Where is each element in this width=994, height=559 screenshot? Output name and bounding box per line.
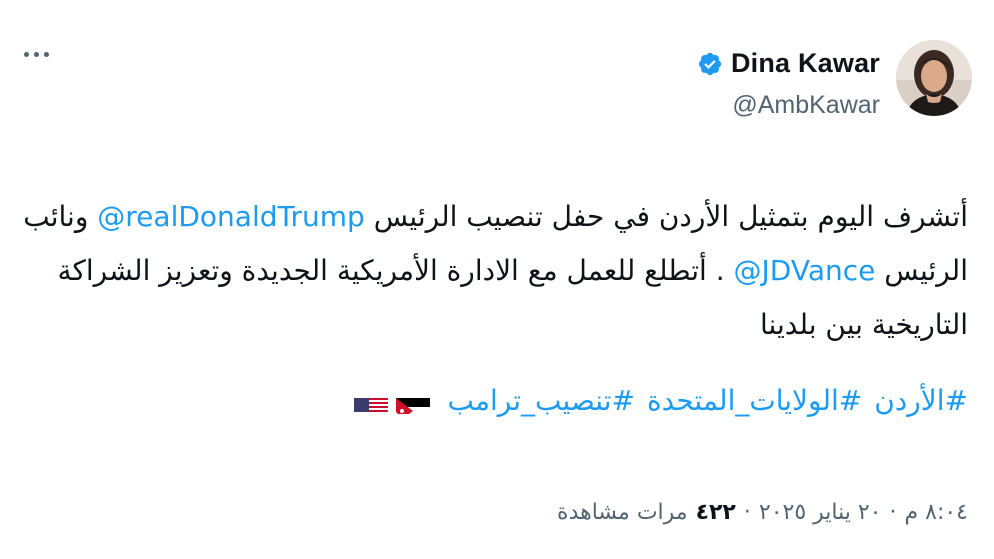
views-label: مرات مشاهدة [557,500,688,525]
hashtag-link-united-states[interactable]: #الولايات_المتحدة [647,374,862,428]
mention-link-realdonaldtrump[interactable]: @realDonaldTrump [97,200,365,233]
hashtag-row: #الأردن #الولايات_المتحدة #تنصيب_ترامب [353,374,968,428]
author-name-row[interactable]: Dina Kawar [697,48,880,79]
profile-photo-icon [896,40,972,116]
views-count[interactable]: ٤٢٢ [696,500,736,525]
tweet-text-part: أتشرف اليوم بتمثيل الأردن في حفل تنصيب ا… [364,200,968,233]
mention-link-jdvance[interactable]: @JDVance [734,254,876,287]
more-dot [34,52,39,57]
us-flag-icon [353,388,388,414]
more-dot [24,52,29,57]
more-options-button[interactable] [24,52,49,57]
tweet-header: Dina Kawar @AmbKawar [697,40,972,120]
tweet-date[interactable]: ٢٠ يناير ٢٠٢٥ [759,500,882,525]
tweet-text: أتشرف اليوم بتمثيل الأردن في حفل تنصيب ا… [18,190,968,352]
author-display-name[interactable]: Dina Kawar [731,48,880,79]
verified-badge-icon [697,51,723,77]
jordan-flag-icon [395,388,430,414]
tweet-meta: ٨:٠٤ م · ٢٠ يناير ٢٠٢٥ · ٤٢٢ مرات مشاهدة [557,500,968,525]
tweet-card: Dina Kawar @AmbKawar أتشرف اليوم بتمثيل … [0,0,994,559]
author-handle[interactable]: @AmbKawar [732,91,880,120]
author-identity: Dina Kawar @AmbKawar [697,40,880,120]
more-dot [44,52,49,57]
meta-separator: · [743,500,751,525]
tweet-time[interactable]: ٨:٠٤ م [905,500,969,525]
hashtag-link-jordan[interactable]: #الأردن [874,374,968,428]
hashtag-link-trump-inauguration[interactable]: #تنصيب_ترامب [448,374,635,428]
flag-emojis [353,388,430,414]
avatar[interactable] [896,40,972,116]
meta-separator: · [889,500,897,525]
